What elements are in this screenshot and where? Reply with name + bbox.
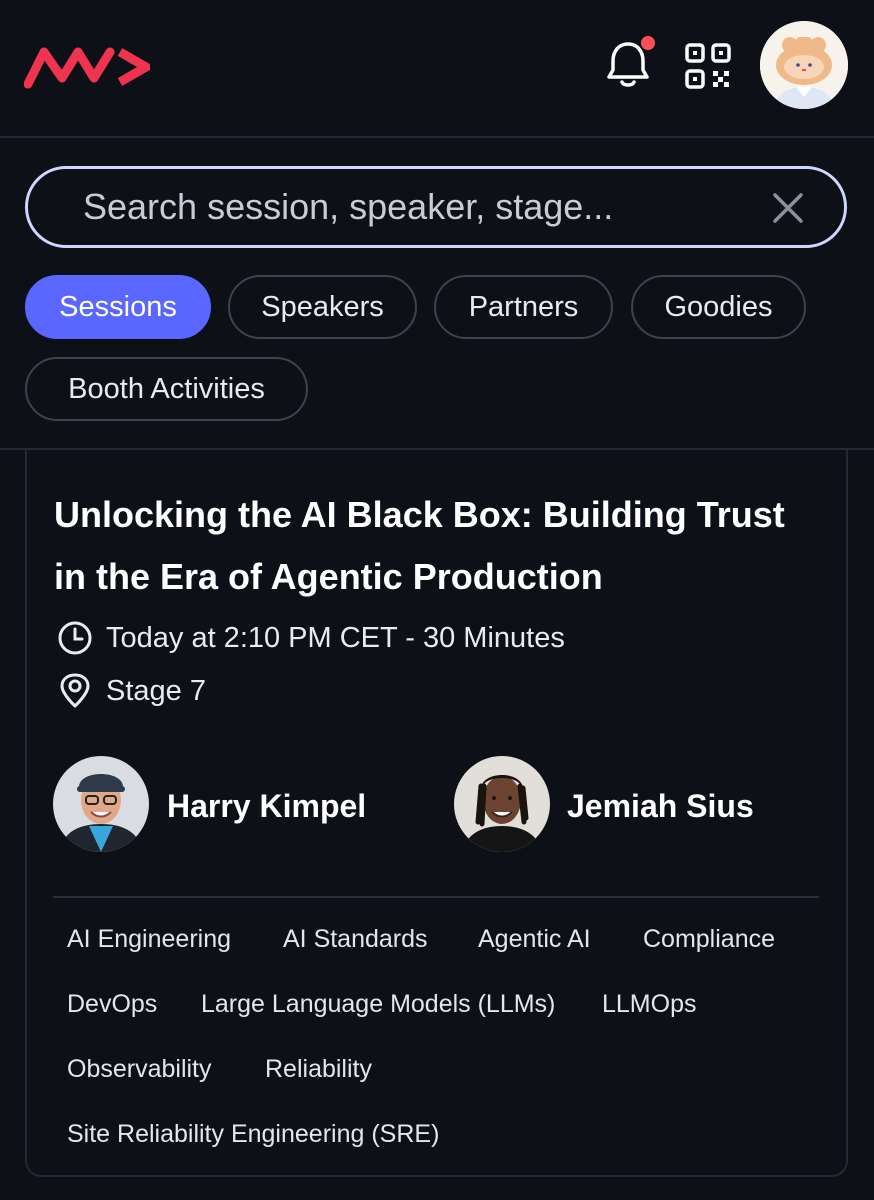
speaker-photo-harry-kimpel[interactable] (53, 756, 149, 852)
session-title-line1: Unlocking the AI Black Box: Building Tru… (54, 494, 785, 535)
session-title[interactable]: Unlocking the AI Black Box: Building Tru… (54, 484, 834, 608)
search-bar (25, 166, 847, 248)
qr-code-icon[interactable] (684, 42, 732, 90)
top-bar (0, 0, 874, 138)
tag-large-language-models[interactable]: Large Language Models (LLMs) (201, 990, 555, 1019)
tag-llmops[interactable]: LLMOps (602, 990, 696, 1019)
wm-logo-icon[interactable] (24, 44, 150, 90)
notification-bell-icon[interactable] (604, 36, 656, 90)
tag-agentic-ai[interactable]: Agentic AI (478, 925, 591, 954)
tag-devops[interactable]: DevOps (67, 990, 157, 1019)
speaker-name-harry-kimpel[interactable]: Harry Kimpel (167, 788, 366, 825)
user-avatar[interactable] (760, 21, 848, 109)
tag-reliability[interactable]: Reliability (265, 1055, 372, 1084)
tag-compliance[interactable]: Compliance (643, 925, 775, 954)
filter-chip-partners[interactable]: Partners (434, 275, 613, 339)
filter-chip-sessions[interactable]: Sessions (25, 275, 211, 339)
speaker-photo-jemiah-sius[interactable] (454, 756, 550, 852)
filter-chip-goodies[interactable]: Goodies (631, 275, 806, 339)
tag-site-reliability-engineering[interactable]: Site Reliability Engineering (SRE) (67, 1120, 439, 1149)
session-stage: Stage 7 (106, 675, 206, 707)
filter-chip-speakers[interactable]: Speakers (228, 275, 417, 339)
speaker-name-jemiah-sius[interactable]: Jemiah Sius (567, 788, 754, 825)
tag-observability[interactable]: Observability (67, 1055, 212, 1084)
clock-icon (58, 621, 92, 655)
tag-ai-engineering[interactable]: AI Engineering (67, 925, 231, 954)
location-pin-icon (60, 673, 90, 708)
card-divider (53, 896, 819, 898)
filter-chip-booth-activities[interactable]: Booth Activities (25, 357, 308, 421)
user-avatar-icon (760, 21, 848, 109)
close-icon[interactable] (772, 192, 804, 224)
tag-ai-standards[interactable]: AI Standards (283, 925, 428, 954)
search-input[interactable] (83, 181, 743, 233)
session-time: Today at 2:10 PM CET - 30 Minutes (106, 622, 565, 654)
notification-badge (641, 36, 655, 50)
session-title-line2: in the Era of Agentic Production (54, 556, 603, 597)
